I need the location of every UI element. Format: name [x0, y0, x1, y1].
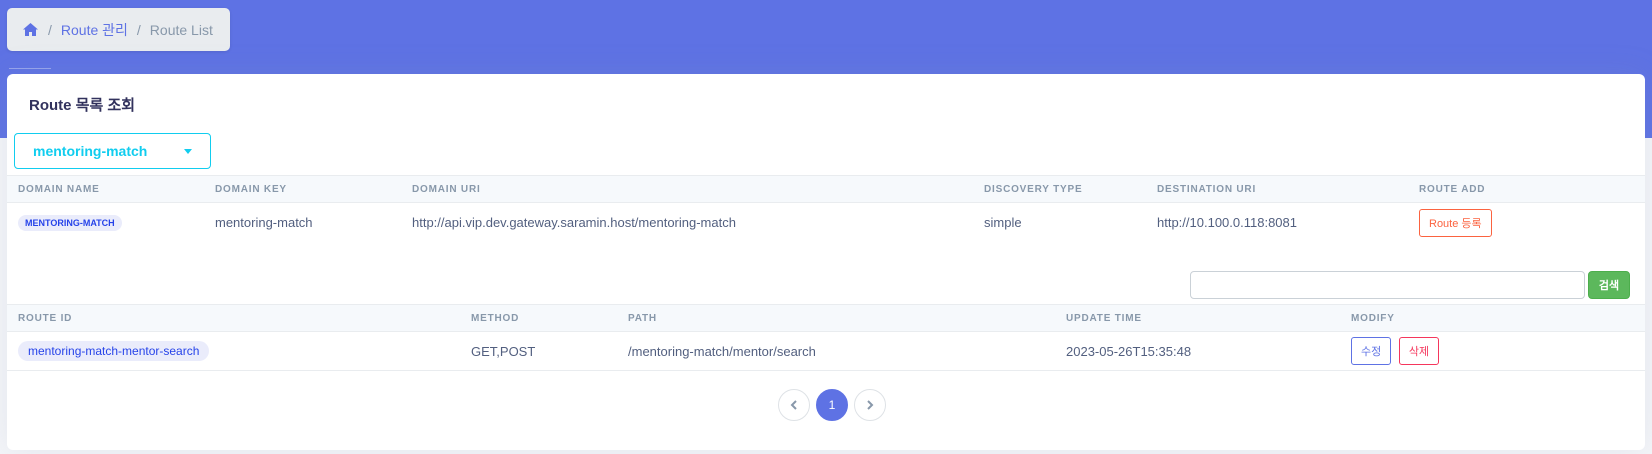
delete-button[interactable]: 삭제 — [1398, 337, 1440, 365]
table-header-row: Route ID Method Path Update Time Modify — [7, 304, 1645, 332]
divider — [9, 68, 51, 69]
column-header-update-time: Update Time — [1055, 304, 1340, 332]
route-add-cell: Route 등록 — [1408, 203, 1645, 243]
pagination: 1 — [778, 389, 886, 421]
column-header-route-add: Route Add — [1408, 175, 1645, 203]
edit-button[interactable]: 수정 — [1351, 337, 1392, 365]
column-header-domain-key: Domain Key — [204, 175, 401, 203]
domain-uri-cell: http://api.vip.dev.gateway.saramin.host/… — [412, 215, 736, 231]
search-button[interactable]: 검색 — [1588, 271, 1630, 299]
domain-name-cell: MENTORING-MATCH — [7, 203, 204, 243]
column-header-path: Path — [617, 304, 1055, 332]
route-table: Route ID Method Path Update Time Modify … — [7, 304, 1645, 371]
domain-table: Domain Name Domain Key Domain URI Discov… — [7, 175, 1645, 243]
route-register-button[interactable]: Route 등록 — [1419, 208, 1492, 237]
route-id-cell: mentoring-match-mentor-search — [7, 331, 460, 371]
breadcrumb-route-list: Route List — [149, 21, 213, 38]
destination-uri-cell: http://10.100.0.118:8081 — [1157, 215, 1297, 231]
column-header-route-id: Route ID — [7, 304, 460, 332]
route-id-badge[interactable]: mentoring-match-mentor-search — [18, 341, 210, 361]
table-row: MENTORING-MATCH mentoring-match http://a… — [7, 203, 1645, 243]
column-header-modify: Modify — [1340, 304, 1645, 332]
column-header-discovery-type: Discovery Type — [973, 175, 1146, 203]
route-list-card: Route 목록 조회 mentoring-match Domain Name … — [7, 74, 1645, 450]
table-row: mentoring-match-mentor-search GET,POST /… — [7, 331, 1645, 371]
update-time-cell: 2023-05-26T15:35:48 — [1055, 331, 1340, 371]
discovery-type-cell: simple — [984, 215, 1022, 231]
search-input[interactable] — [1190, 271, 1585, 299]
breadcrumb: / Route 관리 / Route List — [7, 8, 230, 51]
column-header-domain-name: Domain Name — [7, 175, 204, 203]
chevron-left-icon[interactable] — [778, 389, 810, 421]
home-icon[interactable] — [22, 22, 39, 37]
column-header-destination-uri: Destination URI — [1146, 175, 1408, 203]
modify-cell: 수정 삭제 — [1340, 331, 1645, 371]
domain-select-value: mentoring-match — [33, 143, 148, 159]
chevron-right-icon[interactable] — [854, 389, 886, 421]
column-header-domain-uri: Domain URI — [401, 175, 973, 203]
column-header-method: Method — [460, 304, 617, 332]
domain-key-cell: mentoring-match — [215, 215, 313, 231]
breadcrumb-separator: / — [48, 21, 52, 38]
breadcrumb-route-management[interactable]: Route 관리 — [61, 20, 128, 40]
card-title: Route 목록 조회 — [29, 97, 136, 114]
breadcrumb-separator: / — [136, 21, 141, 38]
caret-down-icon — [184, 149, 192, 154]
path-cell: /mentoring-match/mentor/search — [617, 331, 1055, 371]
page-button-1[interactable]: 1 — [816, 389, 848, 421]
domain-select[interactable]: mentoring-match — [14, 133, 211, 169]
domain-name-badge: MENTORING-MATCH — [18, 215, 122, 232]
method-cell: GET,POST — [460, 331, 617, 371]
table-header-row: Domain Name Domain Key Domain URI Discov… — [7, 175, 1645, 203]
